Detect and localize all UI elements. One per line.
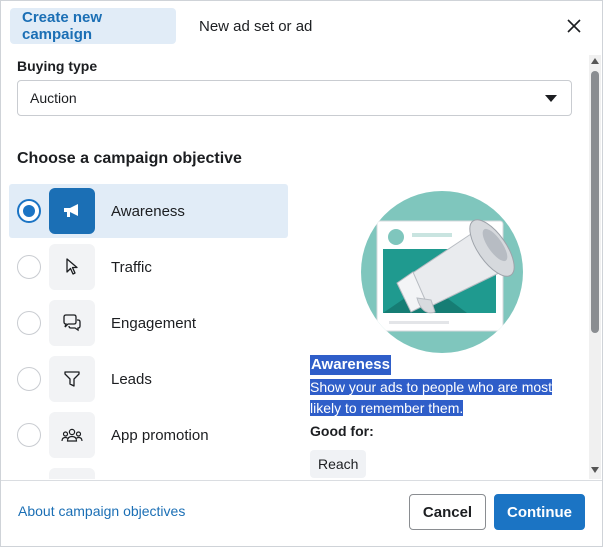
header-tabs: Create new campaign New ad set or ad [10,8,324,44]
objective-detail-description: Show your ads to people who are most lik… [310,379,553,416]
about-campaign-objectives-link[interactable]: About campaign objectives [18,503,185,519]
scroll-up-icon[interactable] [591,58,599,64]
buying-type-select[interactable]: Auction [17,80,572,116]
objective-section-title: Choose a campaign objective [17,150,242,167]
objective-sales[interactable] [9,464,288,479]
chat-bubbles-icon [49,300,95,346]
objective-app-promotion[interactable]: App promotion [9,408,288,462]
objective-leads[interactable]: Leads [9,352,288,406]
close-icon [567,19,581,33]
scroll-down-icon[interactable] [591,467,599,473]
people-icon [49,412,95,458]
megaphone-icon [49,188,95,234]
buying-type-value: Auction [30,90,77,106]
objective-label: Awareness [111,202,185,220]
objective-detail-title: Awareness [310,355,391,375]
objective-traffic[interactable]: Traffic [9,240,288,294]
buying-type-label: Buying type [17,58,98,74]
objective-label: Traffic [111,258,152,276]
funnel-icon [49,356,95,402]
create-campaign-dialog: Create new campaign New ad set or ad Buy… [0,0,603,547]
cursor-icon [49,244,95,290]
tab-new-ad-set-or-ad[interactable]: New ad set or ad [187,8,324,44]
cancel-button[interactable]: Cancel [409,494,486,530]
radio-traffic[interactable] [17,255,41,279]
objective-label: Engagement [111,314,197,332]
radio-leads[interactable] [17,367,41,391]
objective-engagement[interactable]: Engagement [9,296,288,350]
good-for-chip-reach: Reach [310,450,367,478]
objective-list: Awareness Traffic Engagement Leads App p… [9,184,288,479]
radio-engagement[interactable] [17,311,41,335]
good-for-label: Good for: [310,423,374,439]
radio-app-promotion[interactable] [17,423,41,447]
objective-label: App promotion [111,426,209,444]
tab-create-new-campaign[interactable]: Create new campaign [10,8,176,44]
radio-awareness[interactable] [17,199,41,223]
scrollbar-thumb[interactable] [591,71,599,333]
caret-down-icon [545,95,557,102]
continue-button[interactable]: Continue [494,494,585,530]
objective-label: Leads [111,370,152,388]
awareness-illustration [361,191,523,353]
objective-awareness[interactable]: Awareness [9,184,288,238]
close-button[interactable] [562,14,586,38]
shopping-bag-icon [49,468,95,479]
